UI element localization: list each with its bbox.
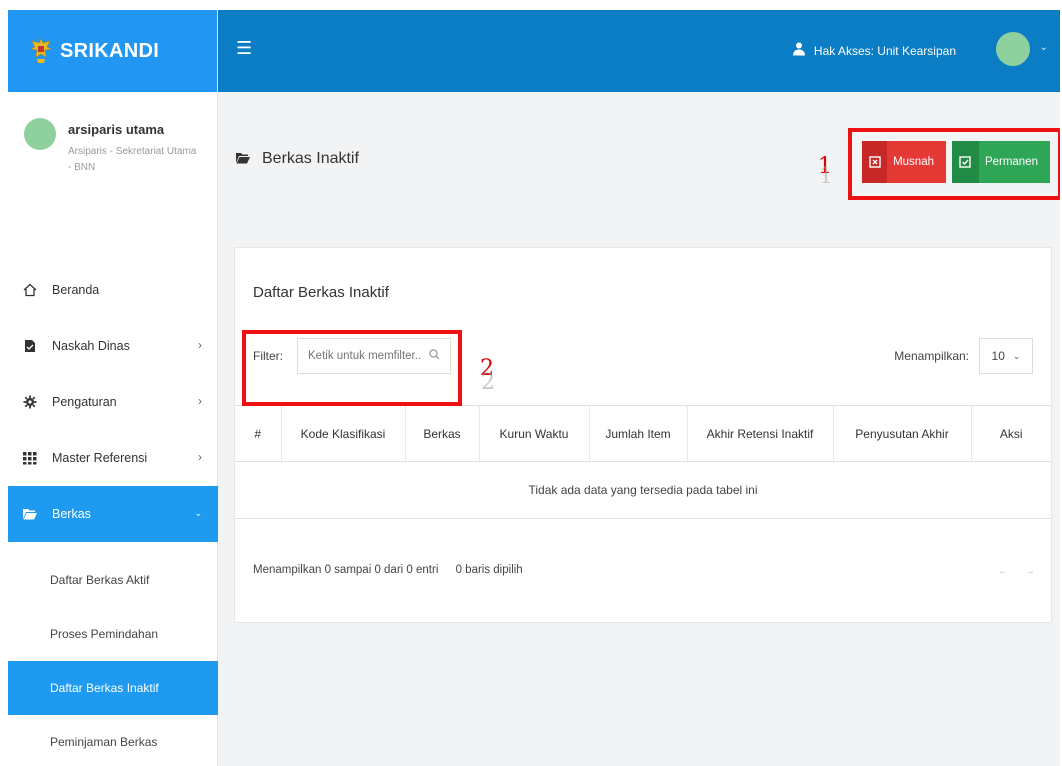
column-header-jumlah-item[interactable]: Jumlah Item xyxy=(589,405,688,462)
brand-name: SRIKANDI xyxy=(60,39,160,62)
column-header-penyusutan-akhir[interactable]: Penyusutan Akhir xyxy=(833,405,972,462)
folder-open-icon xyxy=(22,506,38,522)
sidebar-subitem-daftar-berkas-inaktif[interactable]: Daftar Berkas Inaktif xyxy=(8,661,218,715)
user-avatar[interactable] xyxy=(996,32,1030,66)
annotation-box-1 xyxy=(848,128,1060,200)
page-size-label: Menampilkan: xyxy=(894,349,969,363)
table-info: Menampilkan 0 sampai 0 dari 0 entri 0 ba… xyxy=(253,564,537,576)
document-icon xyxy=(22,338,38,354)
empty-message: Tidak ada data yang tersedia pada tabel … xyxy=(235,461,1051,519)
menu-toggle-icon[interactable]: ☰ xyxy=(236,38,252,59)
chevron-down-icon[interactable]: ⌄ xyxy=(1040,42,1048,53)
prev-page-icon[interactable]: ← xyxy=(998,566,1008,577)
sidebar-item-naskah-dinas[interactable]: Naskah Dinas › xyxy=(8,318,218,374)
sidebar-item-pengaturan[interactable]: Pengaturan › xyxy=(8,374,218,430)
app-window: SRIKANDI arsiparis utama Arsiparis - Sek… xyxy=(8,10,1060,766)
main-content: Berkas Inaktif Musnah Permanen 1 1 Dafta… xyxy=(218,92,1060,766)
sidebar-item-beranda[interactable]: Beranda xyxy=(8,262,218,318)
access-role[interactable]: Hak Akses: Unit Kearsipan xyxy=(792,42,956,59)
pagination: ← → xyxy=(984,566,1035,577)
berkas-table: # Kode Klasifikasi Berkas Kurun Waktu Ju… xyxy=(235,405,1051,519)
selected-info: 0 baris dipilih xyxy=(455,564,523,576)
sidebar-item-label: Pengaturan xyxy=(52,395,117,409)
sidebar: SRIKANDI arsiparis utama Arsiparis - Sek… xyxy=(8,10,218,766)
page-size-select[interactable]: 10 ⌄ xyxy=(979,338,1033,374)
home-icon xyxy=(22,282,38,298)
chevron-right-icon: › xyxy=(198,338,202,352)
sidebar-item-label: Naskah Dinas xyxy=(52,339,130,353)
user-profile: arsiparis utama Arsiparis - Sekretariat … xyxy=(8,92,217,232)
sidebar-subitem-daftar-berkas-aktif[interactable]: Daftar Berkas Aktif xyxy=(8,553,218,607)
column-header-number[interactable]: # xyxy=(235,405,282,462)
gear-icon xyxy=(22,394,38,410)
sidebar-subitem-proses-pemindahan[interactable]: Proses Pemindahan xyxy=(8,607,218,661)
table-empty-row: Tidak ada data yang tersedia pada tabel … xyxy=(235,461,1051,519)
column-header-akhir-retensi-inaktif[interactable]: Akhir Retensi Inaktif xyxy=(687,405,834,462)
avatar[interactable] xyxy=(24,118,56,150)
annotation-box-2 xyxy=(242,330,462,406)
brand-header[interactable]: SRIKANDI xyxy=(8,10,217,92)
sidebar-subitem-peminjaman-berkas[interactable]: Peminjaman Berkas xyxy=(8,715,218,766)
table-header-row: # Kode Klasifikasi Berkas Kurun Waktu Ju… xyxy=(235,405,1051,462)
chevron-right-icon: › xyxy=(198,394,202,408)
column-header-aksi[interactable]: Aksi xyxy=(971,405,1051,462)
folder-open-icon xyxy=(236,151,250,167)
annotation-number-2-shadow: 2 xyxy=(481,370,495,395)
sidebar-item-master-referensi[interactable]: Master Referensi › xyxy=(8,430,218,486)
page-title: Berkas Inaktif xyxy=(236,150,359,168)
top-bar: ☰ Hak Akses: Unit Kearsipan ⌄ xyxy=(218,10,1060,92)
profile-role: Arsiparis - Sekretariat Utama - BNN xyxy=(68,146,197,173)
page-size-value: 10 xyxy=(991,349,1005,363)
entries-info: Menampilkan 0 sampai 0 dari 0 entri xyxy=(253,564,439,576)
grid-icon xyxy=(22,450,38,466)
chevron-down-icon: ⌄ xyxy=(194,508,202,518)
access-label: Hak Akses: Unit Kearsipan xyxy=(813,43,956,58)
card-title: Daftar Berkas Inaktif xyxy=(253,284,389,301)
berkas-inaktif-card: Daftar Berkas Inaktif Filter: Menampilka… xyxy=(234,247,1052,623)
user-icon xyxy=(792,42,806,59)
page-size-row: Menampilkan: 10 ⌄ xyxy=(894,338,1033,374)
profile-name: arsiparis utama xyxy=(68,122,165,137)
annotation-number-1-shadow: 1 xyxy=(819,164,833,189)
sidebar-item-label: Beranda xyxy=(52,283,100,297)
sidebar-item-label: Berkas xyxy=(52,507,91,521)
column-header-kode-klasifikasi[interactable]: Kode Klasifikasi xyxy=(281,405,406,462)
sidebar-item-berkas[interactable]: Berkas ⌄ xyxy=(8,486,218,542)
next-page-icon[interactable]: → xyxy=(1025,566,1035,577)
chevron-right-icon: › xyxy=(198,450,202,464)
page-title-text: Berkas Inaktif xyxy=(262,150,359,167)
column-header-berkas[interactable]: Berkas xyxy=(405,405,480,462)
garuda-logo-icon xyxy=(30,38,52,63)
sidebar-item-label: Master Referensi xyxy=(52,451,148,465)
chevron-down-icon: ⌄ xyxy=(1012,350,1021,361)
column-header-kurun-waktu[interactable]: Kurun Waktu xyxy=(479,405,590,462)
